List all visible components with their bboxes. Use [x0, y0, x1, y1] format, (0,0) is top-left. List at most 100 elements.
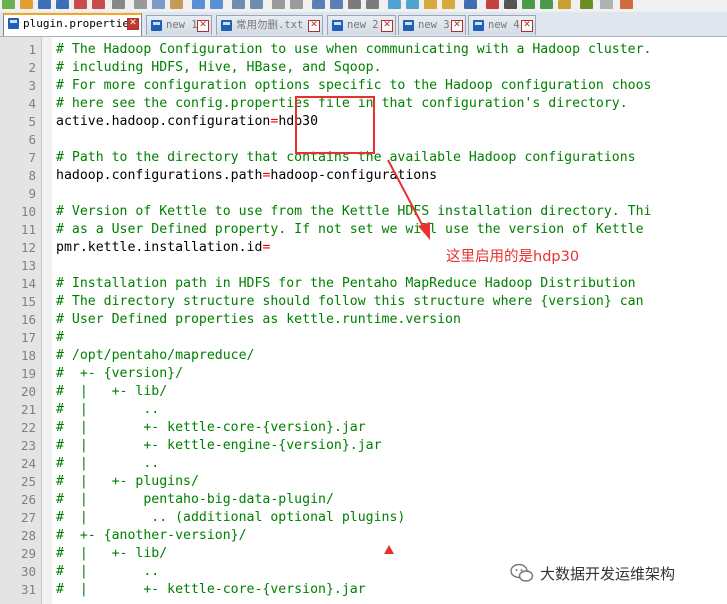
- line-number: 11: [20, 222, 36, 237]
- plugin-icon[interactable]: [600, 0, 613, 9]
- function-list-icon[interactable]: [424, 0, 437, 9]
- show-all-chars-icon[interactable]: [348, 0, 361, 9]
- close-tab-icon[interactable]: ✕: [197, 20, 209, 32]
- close-tab-icon[interactable]: ✕: [381, 20, 393, 32]
- code-line: # Installation path in HDFS for the Pent…: [52, 275, 727, 293]
- save-macro-icon[interactable]: [558, 0, 571, 9]
- replace-icon[interactable]: [250, 0, 263, 9]
- file-icon: [221, 20, 232, 31]
- lang-icon[interactable]: [388, 0, 401, 9]
- tab-label: new 2: [347, 19, 379, 31]
- tab-new-3[interactable]: new 3 ✕: [398, 15, 466, 35]
- play-macro-icon[interactable]: [522, 0, 535, 9]
- zoom-in-icon[interactable]: [272, 0, 285, 9]
- zoom-out-icon[interactable]: [290, 0, 303, 9]
- compare-icon[interactable]: [620, 0, 633, 9]
- file-icon: [473, 20, 484, 31]
- comment-text: # | +- lib/: [56, 546, 168, 561]
- tab-new-4[interactable]: new 4 ✕: [468, 15, 536, 35]
- sync-scroll-icon[interactable]: [312, 0, 325, 9]
- cut-icon[interactable]: [134, 0, 147, 9]
- line-number: 19: [20, 366, 36, 381]
- tab-plugin-properties[interactable]: plugin.properties ✕: [3, 13, 142, 36]
- close-tab-icon[interactable]: ✕: [308, 20, 320, 32]
- stop-macro-icon[interactable]: [504, 0, 517, 9]
- comment-text: # | +- kettle-core-{version}.jar: [56, 582, 366, 597]
- line-number: 6: [28, 132, 36, 147]
- new-file-icon[interactable]: [2, 0, 15, 9]
- tab-new-1[interactable]: new 1 ✕: [146, 15, 212, 35]
- comment-text: # | ..: [56, 456, 160, 471]
- print-icon[interactable]: [112, 0, 125, 9]
- indent-guide-icon[interactable]: [366, 0, 379, 9]
- close-tab-icon[interactable]: ✕: [521, 20, 533, 32]
- line-number: 26: [20, 492, 36, 507]
- line-number: 29: [20, 546, 36, 561]
- fold-margin[interactable]: [42, 37, 52, 604]
- line-number: 21: [20, 402, 36, 417]
- comment-text: # Installation path in HDFS for the Pent…: [56, 276, 636, 291]
- comment-text: # /opt/pentaho/mapreduce/: [56, 348, 255, 363]
- tab-new-2[interactable]: new 2 ✕: [327, 15, 396, 35]
- line-number: 31: [20, 582, 36, 597]
- word-wrap-icon[interactable]: [330, 0, 343, 9]
- line-number: 28: [20, 528, 36, 543]
- comment-text: # | +- kettle-core-{version}.jar: [56, 420, 366, 435]
- line-number: 13: [20, 258, 36, 273]
- code-line: # | .. (additional optional plugins): [52, 509, 727, 527]
- marker-triangle-icon: [384, 545, 394, 554]
- comment-text: # | +- plugins/: [56, 474, 199, 489]
- spell-check-icon[interactable]: [580, 0, 593, 9]
- close-tab-icon[interactable]: ✕: [127, 18, 139, 30]
- save-icon[interactable]: [38, 0, 51, 9]
- line-number: 4: [28, 96, 36, 111]
- comment-text: # | +- kettle-engine-{version}.jar: [56, 438, 382, 453]
- line-number: 24: [20, 456, 36, 471]
- code-line: # | +- kettle-engine-{version}.jar: [52, 437, 727, 455]
- line-number: 16: [20, 312, 36, 327]
- open-file-icon[interactable]: [20, 0, 33, 9]
- find-icon[interactable]: [232, 0, 245, 9]
- tab-common-notes[interactable]: 常用勿删.txt ✕: [216, 15, 323, 35]
- property-key: hadoop.configurations.path: [56, 168, 263, 183]
- paste-icon[interactable]: [170, 0, 183, 9]
- highlight-box: [295, 96, 375, 154]
- line-number: 3: [28, 78, 36, 93]
- line-number: 14: [20, 276, 36, 291]
- line-number: 10: [20, 204, 36, 219]
- line-number: 23: [20, 438, 36, 453]
- tab-label: 常用勿删.txt: [236, 19, 304, 31]
- save-all-icon[interactable]: [56, 0, 69, 9]
- comment-text: # | pentaho-big-data-plugin/: [56, 492, 334, 507]
- monitor-icon[interactable]: [464, 0, 477, 9]
- line-number: 9: [28, 186, 36, 201]
- close-all-icon[interactable]: [92, 0, 105, 9]
- run-macro-multiple-icon[interactable]: [540, 0, 553, 9]
- code-line: # /opt/pentaho/mapreduce/: [52, 347, 727, 365]
- comment-text: # +- {version}/: [56, 366, 184, 381]
- undo-icon[interactable]: [192, 0, 205, 9]
- tab-bar: plugin.properties ✕ new 1 ✕ 常用勿删.txt ✕ n…: [0, 12, 727, 37]
- code-line: # For more configuration options specifi…: [52, 77, 727, 95]
- code-line: #: [52, 329, 727, 347]
- redo-icon[interactable]: [210, 0, 223, 9]
- code-area[interactable]: # The Hadoop Configuration to use when c…: [52, 37, 727, 604]
- line-number: 5: [28, 114, 36, 129]
- doc-map-icon[interactable]: [406, 0, 419, 9]
- code-line: active.hadoop.configuration=hdp30: [52, 113, 727, 131]
- code-line: # +- {version}/: [52, 365, 727, 383]
- close-tab-icon[interactable]: ✕: [451, 20, 463, 32]
- line-number: 12: [20, 240, 36, 255]
- code-line: # | ..: [52, 455, 727, 473]
- folder-workspace-icon[interactable]: [442, 0, 455, 9]
- tab-label: new 4: [488, 19, 520, 31]
- line-number: 18: [20, 348, 36, 363]
- code-line: # | +- kettle-core-{version}.jar: [52, 419, 727, 437]
- record-macro-icon[interactable]: [486, 0, 499, 9]
- copy-icon[interactable]: [152, 0, 165, 9]
- code-line: # here see the config.properties file in…: [52, 95, 727, 113]
- code-line: # The Hadoop Configuration to use when c…: [52, 41, 727, 59]
- property-value: hadoop-configurations: [270, 168, 438, 183]
- close-icon[interactable]: [74, 0, 87, 9]
- file-icon: [403, 20, 414, 31]
